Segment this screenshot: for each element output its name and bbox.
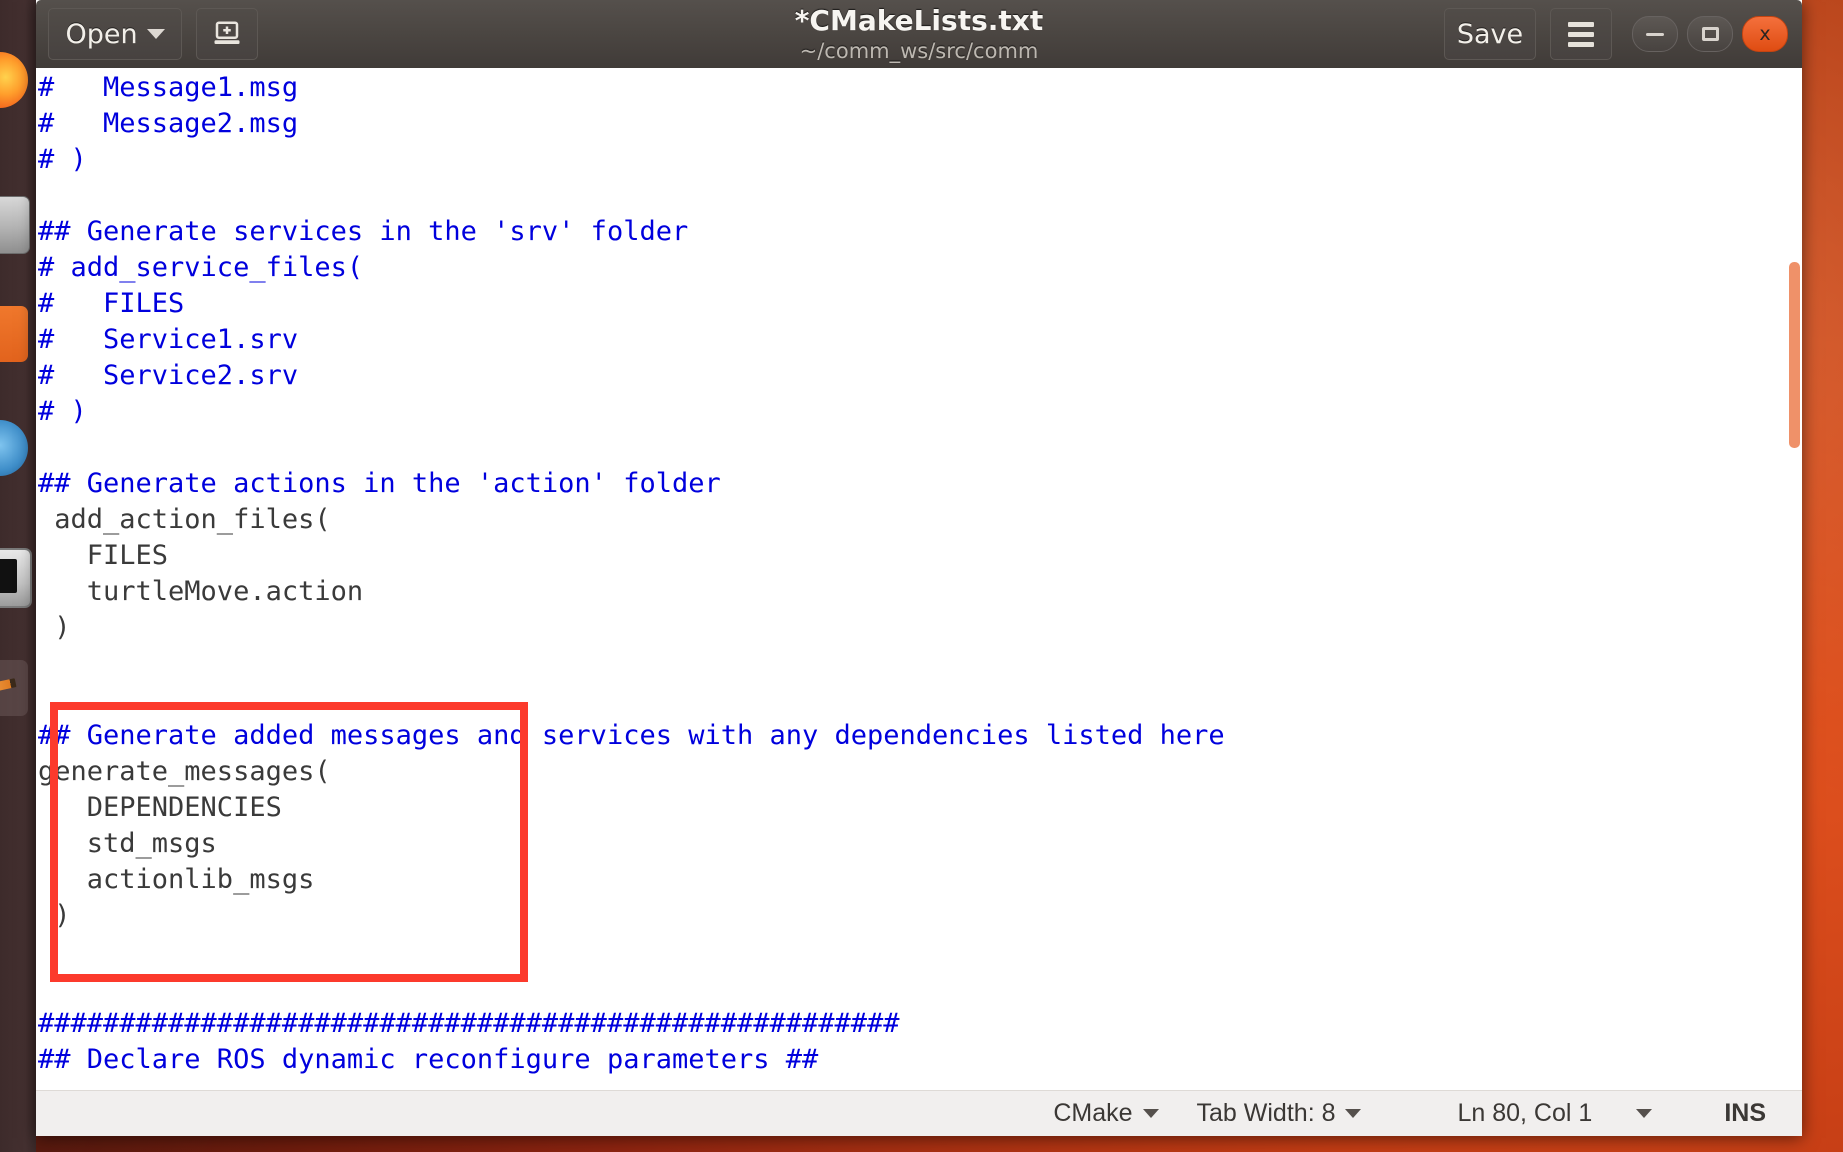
close-button[interactable]: x xyxy=(1742,16,1788,52)
hamburger-icon xyxy=(1568,21,1594,47)
close-icon: x xyxy=(1759,22,1771,45)
save-button-label: Save xyxy=(1456,18,1524,50)
text-editor-area[interactable]: # Message1.msg # Message2.msg # ) ## Gener… xyxy=(36,68,1802,1090)
cursor-position-label: Ln 80, Col 1 xyxy=(1457,1099,1593,1127)
cursor-position: Ln 80, Col 1 xyxy=(1457,1099,1592,1128)
code-line: # Service2.srv xyxy=(38,360,299,391)
tab-width-selector[interactable]: Tab Width: 8 xyxy=(1197,1099,1362,1128)
position-dropdown[interactable] xyxy=(1636,1109,1653,1118)
code-line: ## Generate actions in the 'action' fold… xyxy=(38,468,721,499)
document-path: ~/comm_ws/src/comm xyxy=(799,39,1039,63)
code-line: ## Generate services in the 'srv' folder xyxy=(38,216,689,247)
chevron-down-icon xyxy=(1142,1109,1159,1118)
code-line: ########################################… xyxy=(38,1008,900,1039)
code-line: ) xyxy=(38,612,71,643)
window-controls: x xyxy=(1632,16,1788,52)
scrollbar-thumb[interactable] xyxy=(1789,262,1800,448)
titlebar: Open *CMakeLists.txt ~/comm_ws/src/comm … xyxy=(36,0,1802,68)
unity-launcher[interactable] xyxy=(0,0,36,1152)
launcher-software-center-icon[interactable] xyxy=(0,306,28,362)
new-document-button[interactable] xyxy=(196,8,258,60)
vertical-scrollbar[interactable] xyxy=(1786,68,1802,1090)
chevron-down-icon xyxy=(1345,1109,1362,1118)
code-line: actionlib_msgs xyxy=(38,864,315,895)
code-line: # add_service_files( xyxy=(38,252,364,283)
code-line: # Service1.srv xyxy=(38,324,299,355)
code-line: # Message1.msg xyxy=(38,72,299,103)
minimize-icon xyxy=(1646,32,1664,36)
code-line: ## Declare ROS dynamic reconfigure param… xyxy=(38,1044,819,1075)
save-button[interactable]: Save xyxy=(1444,8,1536,60)
document-title: *CMakeLists.txt xyxy=(794,4,1044,37)
code-line: generate_messages( xyxy=(38,756,331,787)
desktop-right-strip xyxy=(1802,0,1843,1152)
code-line: # ) xyxy=(38,144,87,175)
code-line: std_msgs xyxy=(38,828,217,859)
code-line: ) xyxy=(38,900,71,931)
chevron-down-icon xyxy=(1636,1109,1653,1118)
title-block: *CMakeLists.txt ~/comm_ws/src/comm xyxy=(36,4,1802,64)
tab-width-label: Tab Width: 8 xyxy=(1196,1099,1336,1127)
language-label: CMake xyxy=(1053,1099,1133,1127)
minimize-button[interactable] xyxy=(1632,16,1678,52)
gedit-window: Open *CMakeLists.txt ~/comm_ws/src/comm … xyxy=(36,0,1802,1136)
code-line: # Message2.msg xyxy=(38,108,299,139)
source-code[interactable]: # Message1.msg # Message2.msg # ) ## Gener… xyxy=(36,70,1225,1078)
code-line: add_action_files( xyxy=(38,504,331,535)
new-document-icon xyxy=(214,21,240,44)
open-button-label: Open xyxy=(65,18,138,50)
insert-mode-indicator[interactable]: INS xyxy=(1724,1099,1766,1128)
code-line: # FILES xyxy=(38,288,185,319)
launcher-files-icon[interactable] xyxy=(0,196,30,254)
code-line: # ) xyxy=(38,396,87,427)
launcher-firefox-icon[interactable] xyxy=(0,52,28,108)
maximize-icon xyxy=(1701,27,1719,41)
launcher-help-icon[interactable] xyxy=(0,420,28,476)
code-line: ## Generate added messages and services … xyxy=(38,720,1225,751)
code-line: DEPENDENCIES xyxy=(38,792,282,823)
launcher-text-editor-icon[interactable] xyxy=(0,660,28,716)
hamburger-menu-button[interactable] xyxy=(1550,8,1612,60)
code-line: turtleMove.action xyxy=(38,576,364,607)
language-selector[interactable]: CMake xyxy=(1053,1099,1159,1128)
open-button[interactable]: Open xyxy=(48,8,182,60)
code-line: FILES xyxy=(38,540,169,571)
maximize-button[interactable] xyxy=(1687,16,1733,52)
pencil-icon xyxy=(0,678,17,695)
chevron-down-icon xyxy=(146,29,165,39)
insert-mode-label: INS xyxy=(1724,1099,1766,1127)
launcher-terminal-icon[interactable] xyxy=(0,548,32,608)
status-bar: CMake Tab Width: 8 Ln 80, Col 1 INS xyxy=(36,1090,1802,1136)
